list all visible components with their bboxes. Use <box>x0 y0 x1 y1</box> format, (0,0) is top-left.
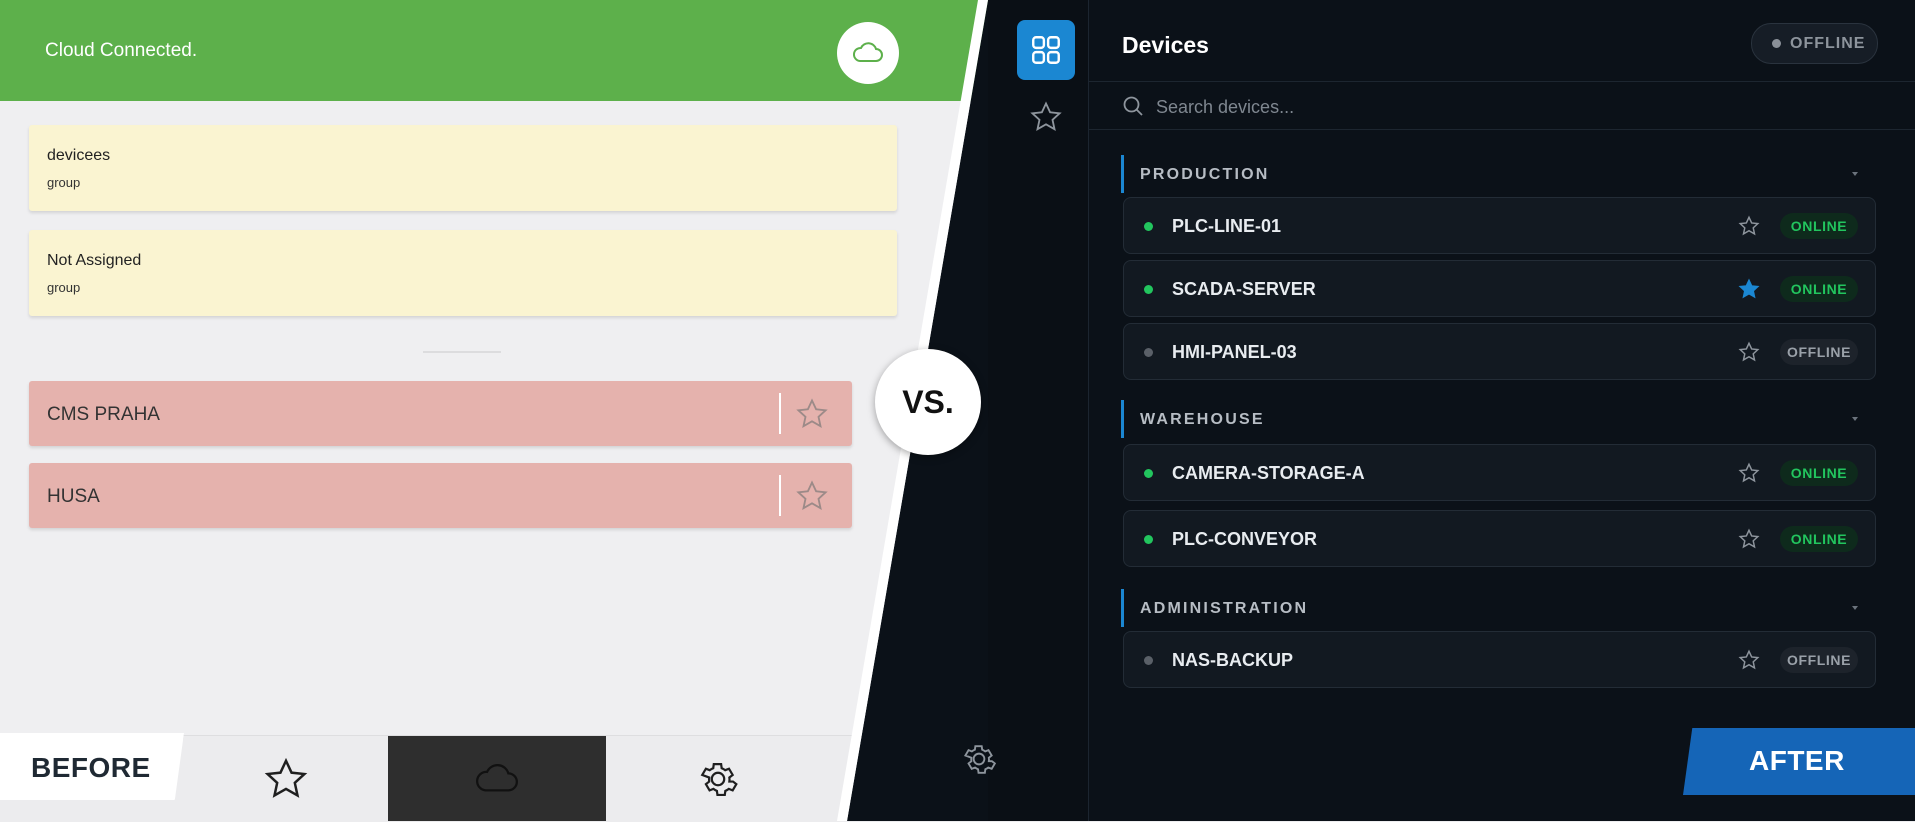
before-label-text: BEFORE <box>31 752 151 783</box>
device-name: HMI-PANEL-03 <box>1172 342 1297 362</box>
search-divider <box>1089 129 1915 130</box>
after-label: AFTER <box>1683 728 1915 795</box>
vs-badge: VS. <box>875 349 981 455</box>
device-row-plc-line-01[interactable]: PLC-LINE-01 ONLINE <box>1123 197 1876 254</box>
section-accent-bar <box>1121 589 1124 627</box>
after-label-text: AFTER <box>1749 745 1845 776</box>
star-icon[interactable] <box>1738 215 1760 237</box>
status-badge: ONLINE <box>1780 213 1858 239</box>
status-dot <box>1144 656 1153 665</box>
device-name: CMS PRAHA <box>47 404 160 425</box>
group-type: group <box>47 175 81 190</box>
page-title: Devices <box>1122 32 1209 58</box>
tab-favorites[interactable] <box>184 736 388 821</box>
card-separator <box>779 393 781 434</box>
section-label: PRODUCTION <box>1140 166 1270 183</box>
section-accent-bar <box>1121 400 1124 438</box>
group-name: Not Assigned <box>47 252 142 269</box>
star-icon[interactable] <box>1738 341 1760 363</box>
cloud-icon <box>476 763 518 791</box>
status-text: OFFLINE <box>1790 35 1866 52</box>
star-icon[interactable] <box>795 397 829 431</box>
search-input[interactable] <box>1156 94 1656 120</box>
star-icon[interactable] <box>1738 528 1760 550</box>
device-card-cms-praha[interactable]: CMS PRAHA <box>29 381 852 446</box>
status-dot <box>1144 222 1153 231</box>
status-dot <box>1772 39 1781 48</box>
search-icon <box>1123 96 1143 116</box>
tab-settings[interactable] <box>606 736 830 821</box>
group-card-not-assigned[interactable]: Not Assigned group <box>29 230 897 316</box>
device-name: HUSA <box>47 486 100 507</box>
star-icon[interactable] <box>1738 462 1760 484</box>
star-icon <box>264 757 308 798</box>
chevron-down-icon <box>1852 606 1858 610</box>
status-badge: OFFLINE <box>1780 647 1858 673</box>
cloud-button[interactable] <box>837 22 899 84</box>
device-row-hmi-panel-03[interactable]: HMI-PANEL-03 OFFLINE <box>1123 323 1876 380</box>
header-divider <box>1089 81 1915 82</box>
chevron-down-icon <box>1852 417 1858 421</box>
group-type: group <box>47 280 81 295</box>
card-separator <box>779 475 781 516</box>
status-badge: ONLINE <box>1780 276 1858 302</box>
device-name: NAS-BACKUP <box>1172 650 1293 670</box>
device-name: SCADA-SERVER <box>1172 279 1316 299</box>
grid-icon <box>1032 36 1060 64</box>
section-label: ADMINISTRATION <box>1140 600 1309 617</box>
status-dot <box>1144 348 1153 357</box>
status-badge: ONLINE <box>1780 460 1858 486</box>
device-row-nas-backup[interactable]: NAS-BACKUP OFFLINE <box>1123 631 1876 688</box>
tab-cloud[interactable] <box>388 736 606 821</box>
sidebar-devices-button[interactable] <box>1017 20 1075 80</box>
section-header-warehouse[interactable]: WAREHOUSE <box>1121 400 1881 438</box>
star-icon[interactable] <box>795 479 829 513</box>
gear-icon <box>700 762 738 796</box>
cloud-status-title: Cloud Connected. <box>45 40 198 61</box>
status-badge: ONLINE <box>1780 526 1858 552</box>
device-row-scada-server[interactable]: SCADA-SERVER ONLINE <box>1123 260 1876 317</box>
before-panel: Cloud Connected. devicees group Not Assi… <box>0 0 1000 822</box>
status-badge: OFFLINE <box>1780 339 1858 365</box>
star-icon[interactable] <box>1738 649 1760 671</box>
before-label: BEFORE <box>0 733 184 800</box>
device-name: PLC-LINE-01 <box>1172 216 1282 236</box>
device-row-plc-conveyor[interactable]: PLC-CONVEYOR ONLINE <box>1123 510 1876 567</box>
section-label: WAREHOUSE <box>1140 411 1265 428</box>
device-card-husa[interactable]: HUSA <box>29 463 852 528</box>
group-name: devicees <box>47 147 111 164</box>
section-header-production[interactable]: PRODUCTION <box>1121 155 1881 193</box>
star-filled-icon[interactable] <box>1738 278 1760 300</box>
device-row-camera-storage-a[interactable]: CAMERA-STORAGE-A ONLINE <box>1123 444 1876 501</box>
device-name: CAMERA-STORAGE-A <box>1172 463 1365 483</box>
cloud-icon <box>853 42 883 62</box>
status-dot <box>1144 469 1153 478</box>
status-dot <box>1144 285 1153 294</box>
cloud-status-header: Cloud Connected. <box>0 0 1000 101</box>
section-accent-bar <box>1121 155 1124 193</box>
sidebar-favorites-star-icon[interactable] <box>1029 100 1063 134</box>
section-header-administration[interactable]: ADMINISTRATION <box>1121 589 1881 627</box>
connection-status-badge: OFFLINE <box>1751 23 1878 64</box>
device-name: PLC-CONVEYOR <box>1172 529 1318 549</box>
sidebar-settings-gear-icon[interactable] <box>960 740 998 778</box>
status-dot <box>1144 535 1153 544</box>
list-divider <box>423 351 501 353</box>
chevron-down-icon <box>1852 172 1858 176</box>
group-card-devicees[interactable]: devicees group <box>29 125 897 211</box>
